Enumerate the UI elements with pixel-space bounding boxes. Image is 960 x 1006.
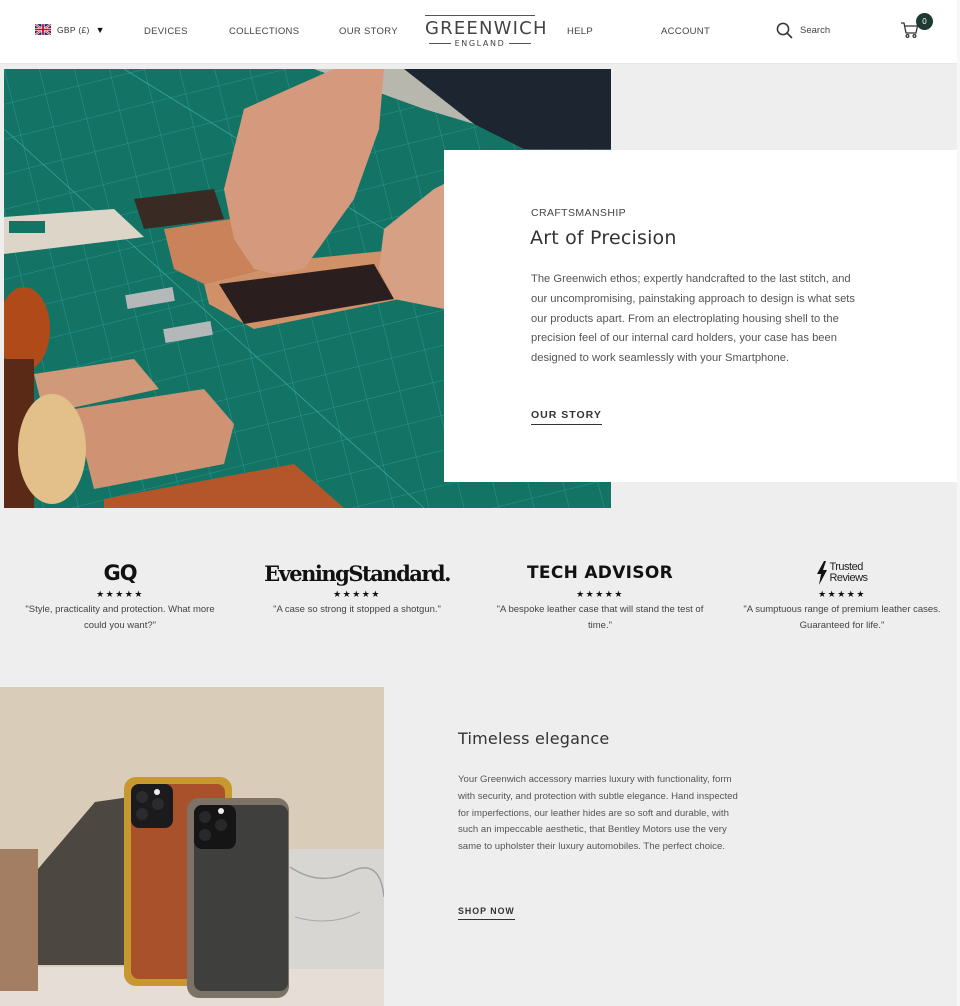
caret-down-icon: ▼ [95, 24, 105, 35]
phones-image [0, 687, 384, 1006]
nav-account[interactable]: ACCOUNT [661, 26, 710, 37]
press-item-gq: GQ ★★★★★ "Style, practicality and protec… [0, 558, 240, 633]
press-item-evening-standard: EveningStandard. ★★★★★ "A case so strong… [237, 558, 477, 618]
uk-flag-icon [35, 24, 51, 35]
nav-collections[interactable]: COLLECTIONS [229, 26, 299, 37]
site-header: GBP (£) ▼ DEVICES COLLECTIONS OUR STORY … [0, 0, 960, 64]
our-story-link[interactable]: OUR STORY [531, 409, 602, 425]
section-eyebrow: CRAFTSMANSHIP [531, 207, 627, 219]
star-rating: ★★★★★ [818, 589, 866, 599]
nav-our-story[interactable]: OUR STORY [339, 26, 398, 37]
cart-count-badge: 0 [916, 13, 933, 30]
search-label: Search [800, 25, 831, 36]
craftsmanship-card: CRAFTSMANSHIP Art of Precision The Green… [444, 150, 957, 482]
logo-sub: ENGLAND [454, 39, 506, 48]
nav-help[interactable]: HELP [567, 26, 593, 37]
logo-rule [425, 15, 535, 16]
press-reviews: GQ ★★★★★ "Style, practicality and protec… [0, 558, 960, 648]
logo-name: GREENWICH [425, 18, 548, 39]
nav-devices[interactable]: DEVICES [144, 26, 188, 37]
logo-rule-right [509, 43, 532, 44]
brand-logo[interactable]: GREENWICH ENGLAND [425, 15, 548, 48]
search-button[interactable]: Search [776, 22, 830, 39]
star-rating: ★★★★★ [576, 589, 624, 599]
currency-selector[interactable]: GBP (£) ▼ [35, 24, 105, 35]
review-quote: "A bespoke leather case that will stand … [496, 604, 704, 631]
shop-now-link[interactable]: SHOP NOW [458, 906, 515, 920]
section-body: Your Greenwich accessory marries luxury … [458, 774, 738, 853]
gq-logo: GQ [103, 561, 137, 585]
press-item-tech-advisor: TECH ADVISOR ★★★★★ "A bespoke leather ca… [480, 558, 720, 633]
section-title: Timeless elegance [458, 729, 610, 748]
star-rating: ★★★★★ [96, 589, 144, 599]
search-icon [776, 22, 793, 39]
lightning-bolt-icon [817, 561, 828, 585]
leather-cases-photo [0, 687, 384, 1006]
press-item-trusted-reviews: Trusted Reviews ★★★★★ "A sumptuous range … [722, 558, 960, 633]
section-body: The Greenwich ethos; expertly handcrafte… [531, 273, 855, 365]
review-quote: "A sumptuous range of premium leather ca… [743, 604, 941, 631]
review-quote: "Style, practicality and protection. Wha… [25, 604, 215, 631]
currency-label: GBP (£) [57, 24, 90, 35]
star-rating: ★★★★★ [333, 589, 381, 599]
section-title: Art of Precision [530, 227, 677, 249]
evening-standard-logo: EveningStandard. [264, 560, 451, 586]
review-quote: "A case so strong it stopped a shotgun." [273, 604, 441, 615]
logo-rule-left [428, 43, 451, 44]
logo-sub-row: ENGLAND [425, 39, 535, 48]
trusted-reviews-logo: Trusted Reviews [722, 558, 960, 588]
tech-advisor-logo: TECH ADVISOR [527, 563, 673, 583]
